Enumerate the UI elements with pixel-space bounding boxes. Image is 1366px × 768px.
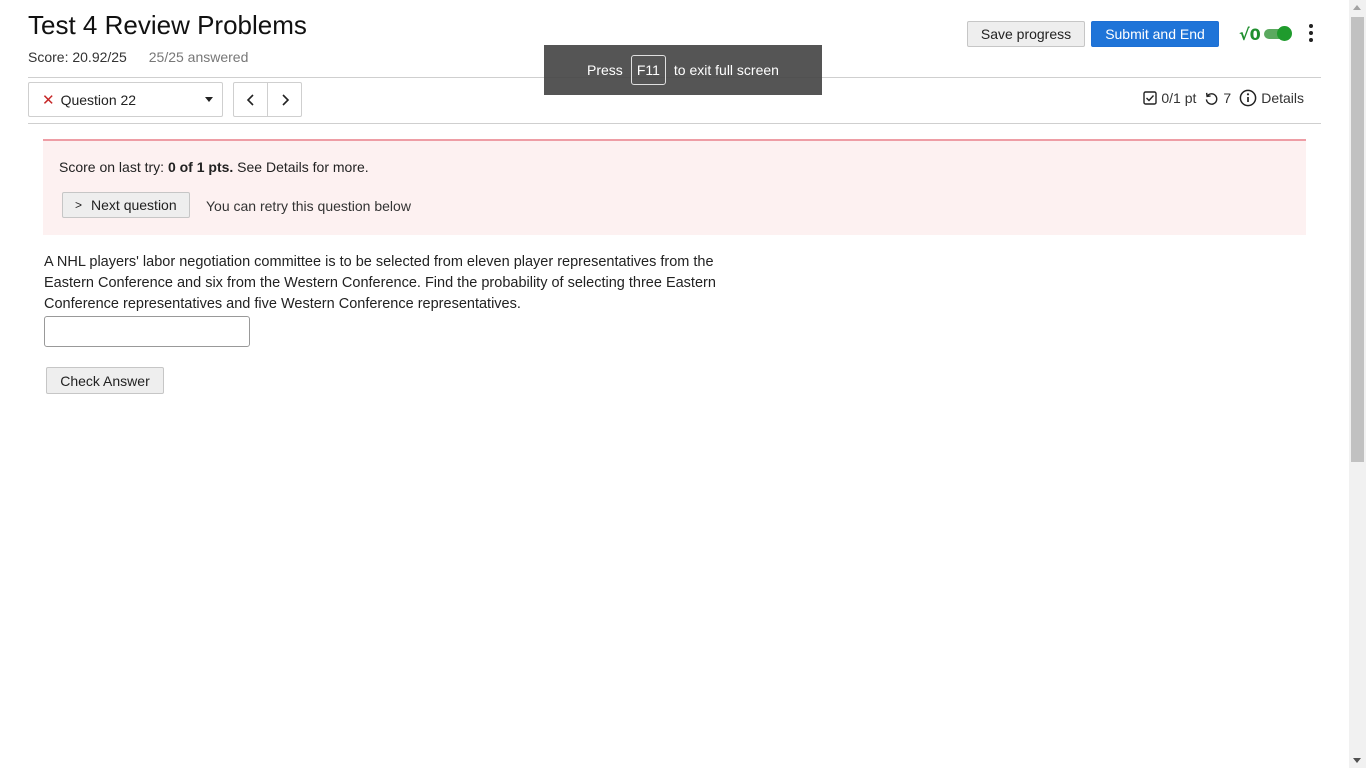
question-pager	[233, 82, 302, 117]
question-meta: 0/1 pt 7 Details	[1135, 89, 1304, 107]
points-text: 0/1 pt	[1161, 90, 1197, 106]
save-progress-button[interactable]: Save progress	[967, 21, 1085, 47]
attempts-indicator: 7	[1204, 90, 1231, 106]
attempts-text: 7	[1223, 90, 1232, 106]
last-try-score-value: 0 of 1 pts.	[167, 159, 234, 175]
info-icon	[1239, 89, 1257, 107]
previous-question-button[interactable]	[234, 83, 267, 116]
chevron-right-icon	[281, 93, 289, 106]
incorrect-x-icon: ✕	[42, 91, 55, 109]
assessment-page: Test 4 Review Problems Score: 20.92/25 2…	[0, 0, 1349, 768]
score-summary: Score: 20.92/25 25/25 answered	[28, 49, 248, 65]
details-button[interactable]: Details	[1239, 89, 1304, 107]
retry-message: You can retry this question below	[206, 198, 411, 214]
more-options-icon[interactable]	[1301, 22, 1321, 44]
question-select-label: Question 22	[60, 91, 137, 108]
question-text: A NHL players' labor negotiation committ…	[44, 254, 716, 312]
math-entry-toggle[interactable]: √0	[1239, 22, 1292, 46]
last-try-score-suffix: See Details for more.	[233, 159, 369, 175]
answer-input[interactable]	[44, 316, 250, 347]
checkbox-icon	[1143, 91, 1158, 105]
next-question-button[interactable]: > Next question	[62, 192, 190, 218]
toggle-switch[interactable]	[1263, 26, 1292, 41]
answered-count: 25/25 answered	[148, 49, 249, 65]
chevron-left-icon	[246, 93, 254, 106]
check-answer-button[interactable]: Check Answer	[46, 367, 164, 394]
toast-exit-text: to exit full screen	[673, 62, 779, 78]
details-label: Details	[1261, 90, 1304, 106]
score-text: Score: 20.92/25	[28, 49, 127, 65]
toast-press-text: Press	[587, 62, 623, 78]
last-try-score-prefix: Score on last try:	[59, 159, 168, 175]
toggle-knob	[1276, 26, 1292, 41]
scroll-down-arrow-icon[interactable]	[1353, 758, 1361, 763]
question-select-dropdown[interactable]: ✕ Question 22	[28, 82, 223, 117]
chevron-right-icon: >	[75, 198, 83, 212]
next-question-arrow-button[interactable]	[267, 83, 301, 116]
fullscreen-toast: Press F11 to exit full screen	[544, 45, 822, 95]
scrollbar-thumb[interactable]	[1351, 17, 1364, 462]
retry-icon	[1206, 92, 1218, 105]
f11-key-label: F11	[630, 55, 666, 85]
points-indicator: 0/1 pt	[1143, 90, 1196, 106]
next-question-label: Next question	[91, 197, 177, 213]
scroll-up-arrow-icon[interactable]	[1353, 5, 1361, 10]
feedback-panel: Score on last try: 0 of 1 pts. See Detai…	[43, 139, 1306, 235]
nav-divider	[28, 123, 1321, 124]
caret-down-icon	[205, 97, 213, 102]
last-try-score: Score on last try: 0 of 1 pts. See Detai…	[59, 159, 369, 175]
page-title: Test 4 Review Problems	[28, 10, 307, 40]
vertical-scrollbar[interactable]	[1349, 0, 1366, 768]
sqrt-icon: √0	[1239, 24, 1261, 44]
submit-and-end-button[interactable]: Submit and End	[1091, 21, 1219, 47]
